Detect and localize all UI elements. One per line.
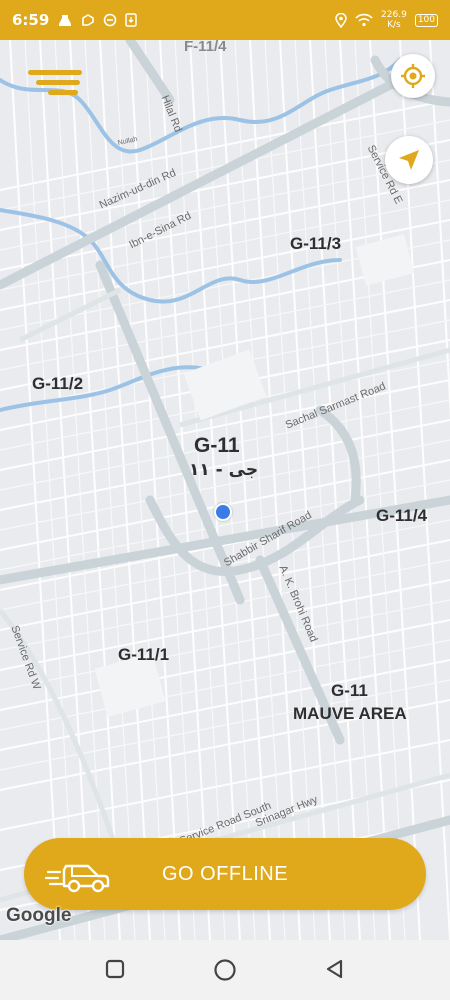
current-location-dot <box>214 503 232 521</box>
network-speed-value: 226.9 <box>381 10 407 20</box>
area-label-g11-urdu: جی - ۱۱ <box>189 460 259 480</box>
gps-target-icon <box>401 64 425 88</box>
area-label-g11-1: G-11/1 <box>118 645 170 664</box>
back-button[interactable] <box>324 958 346 980</box>
go-offline-button[interactable]: GO OFFLINE <box>24 838 426 910</box>
system-nav-bar <box>0 940 450 1000</box>
hamburger-bar-2 <box>36 80 80 85</box>
battery-indicator: 100 <box>414 13 438 27</box>
notification-icon <box>59 15 72 26</box>
area-label-mauve-area: MAUVE AREA <box>293 704 407 723</box>
status-left: 6:59 <box>12 11 138 29</box>
hamburger-menu-icon <box>28 70 82 75</box>
area-label-g11-2: G-11/2 <box>32 374 84 393</box>
area-label-g11-4: G-11/4 <box>376 506 428 525</box>
home-button[interactable] <box>213 958 237 982</box>
wifi-icon <box>355 13 373 27</box>
google-logo: Google <box>6 905 72 926</box>
download-icon <box>125 13 138 27</box>
area-label-g11-3: G-11/3 <box>290 234 342 253</box>
navigate-button[interactable] <box>385 136 433 184</box>
network-speed: 226.9 K/s <box>381 10 407 30</box>
status-right: 226.9 K/s 100 <box>335 10 438 30</box>
area-label-f11-4: F-11/4 <box>184 40 227 55</box>
menu-button[interactable] <box>28 66 84 100</box>
hamburger-bar-3 <box>48 90 78 95</box>
locate-me-button[interactable] <box>391 54 435 98</box>
area-label-g11: G-11 <box>194 434 240 457</box>
car-icon <box>44 864 110 893</box>
sync-icon <box>104 13 117 27</box>
status-time: 6:59 <box>12 11 50 29</box>
location-icon <box>335 12 347 28</box>
navigation-arrow-icon <box>399 150 419 170</box>
app-icon <box>82 14 95 26</box>
area-label-mauve-g11: G-11 <box>331 681 368 700</box>
recent-apps-button[interactable] <box>104 958 126 980</box>
status-bar: 6:59 226.9 K/s 100 <box>0 0 450 40</box>
map-view[interactable]: F-11/4 G-11/3 G-11/2 G-11 جی - ۱۱ G-11/4… <box>0 40 450 940</box>
network-speed-unit: K/s <box>387 20 401 30</box>
